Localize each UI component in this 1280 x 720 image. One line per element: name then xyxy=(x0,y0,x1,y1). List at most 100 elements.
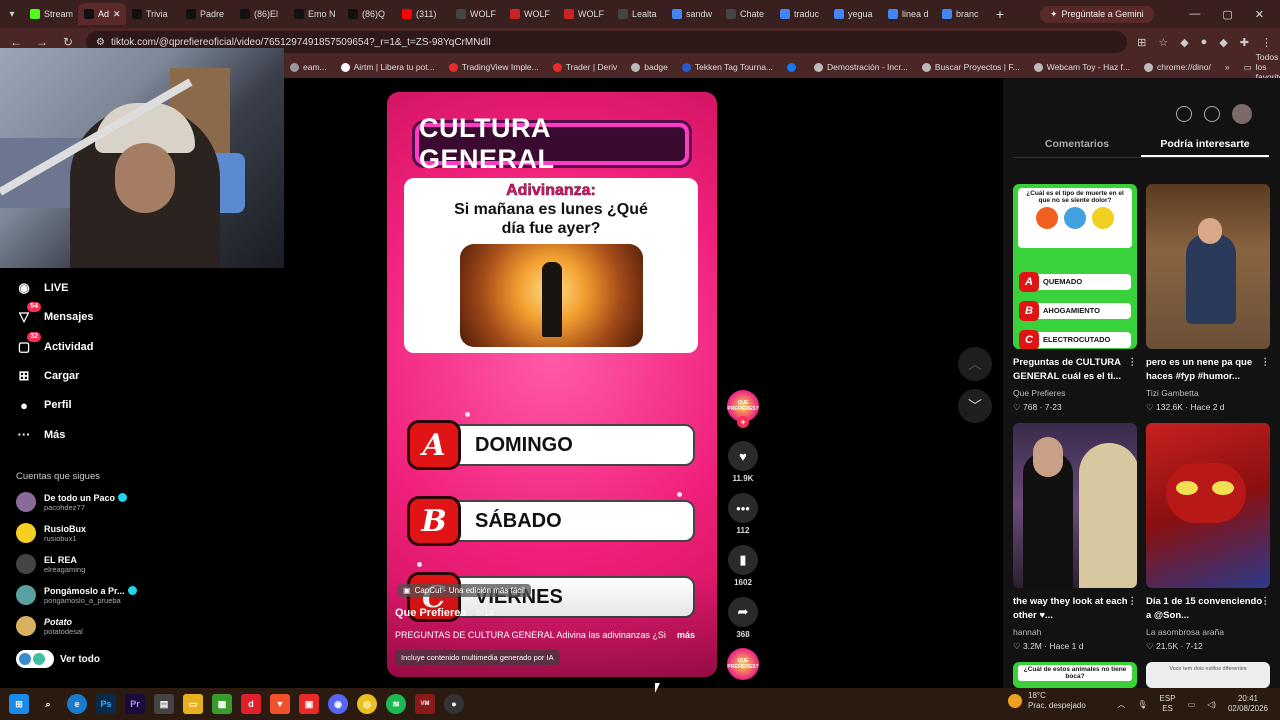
video-player[interactable]: CULTURA GENERAL Adivinanza: Si mañana es… xyxy=(387,92,717,677)
obs-icon[interactable]: ● xyxy=(444,694,464,714)
browser-tab[interactable]: WOLF xyxy=(558,3,612,25)
photoshop-icon[interactable]: Ps xyxy=(96,694,116,714)
browser-tab[interactable]: linea d xyxy=(882,3,936,25)
browser-tab[interactable]: Trivia xyxy=(126,3,180,25)
browser-tab[interactable]: yegua xyxy=(828,3,882,25)
deriv-icon[interactable]: d xyxy=(241,694,261,714)
voicemeeter-icon[interactable]: VM xyxy=(415,694,435,714)
close-tab-icon[interactable]: ✕ xyxy=(113,9,121,20)
sidebar-item-actividad[interactable]: ▢ 32 Actividad xyxy=(16,331,94,355)
thumb-caption[interactable]: Preguntas de CULTURA GENERAL cuál es el … xyxy=(1013,356,1137,384)
volume-icon[interactable]: ◁) xyxy=(1207,700,1216,709)
chrome-icon[interactable]: ◎ xyxy=(357,694,377,714)
thumb-author[interactable]: Que Prefieres xyxy=(1013,388,1065,398)
bookmark-item[interactable]: Buscar Proyectos | F... xyxy=(921,62,1020,72)
followed-account[interactable]: EL REA elreagaming xyxy=(16,554,156,574)
bookmark-item[interactable]: Trader | Deriv xyxy=(552,62,617,72)
bookmark-icon[interactable]: ▮ xyxy=(728,545,758,575)
browser-tab[interactable]: (86)Q xyxy=(342,3,396,25)
share-icon[interactable]: ➦ xyxy=(728,597,758,627)
back-icon[interactable]: ← xyxy=(8,35,24,49)
next-video-button[interactable]: ﹀ xyxy=(958,389,992,423)
bookmark-star-icon[interactable]: ☆ xyxy=(1158,36,1168,49)
bookmark-item[interactable]: eam... xyxy=(290,62,327,72)
edge-icon[interactable]: e xyxy=(67,694,87,714)
new-tab-button[interactable]: + xyxy=(990,6,1010,22)
gemini-button[interactable]: ✦ Pregúntale a Gemini xyxy=(1040,5,1154,23)
browser-tab[interactable]: sandw xyxy=(666,3,720,25)
translate-icon[interactable]: ⊞ xyxy=(1137,36,1146,49)
video-thumbnail[interactable] xyxy=(1013,423,1137,588)
browser-tab[interactable]: WOLF xyxy=(504,3,558,25)
extension-icon[interactable]: ◆ xyxy=(1180,36,1188,49)
file-explorer-icon[interactable]: ▭ xyxy=(183,694,203,714)
spotify-icon[interactable]: ≋ xyxy=(386,694,406,714)
language-indicator[interactable]: ESP ES xyxy=(1160,694,1176,714)
bookmark-item[interactable]: Webcam Toy - Haz f... xyxy=(1033,62,1130,72)
bookmark-item[interactable]: badge xyxy=(631,62,668,72)
video-thumbnail[interactable]: ¿Cuál de estos animales no tiene boca? xyxy=(1013,662,1137,688)
sidebar-item-perfil[interactable]: ● Perfil xyxy=(16,397,71,413)
followed-account[interactable]: RusioBux rusiobux1 xyxy=(16,523,156,543)
browser-tab[interactable]: (86)El xyxy=(234,3,288,25)
tray-overflow-icon[interactable]: ︿ xyxy=(1117,699,1125,710)
search-icon[interactable]: ⌕ xyxy=(38,694,58,714)
followed-account[interactable]: Pongámoslo a Pr... pongamoslo_a_prueba xyxy=(16,585,156,605)
browser-tab[interactable]: traduc xyxy=(774,3,828,25)
bookmark-item[interactable]: Demostración - Incr... xyxy=(814,62,908,72)
brave-icon[interactable]: ▼ xyxy=(270,694,290,714)
browser-tab[interactable]: Ad ✕ xyxy=(78,3,126,25)
kebab-icon[interactable]: ⋮ xyxy=(1261,595,1271,609)
thumb-author[interactable]: Tizi Gambetta xyxy=(1146,388,1199,398)
browser-tab[interactable]: Chate xyxy=(720,3,774,25)
followed-account[interactable]: Potato potatodesal xyxy=(16,616,156,636)
comment-icon[interactable]: ••• xyxy=(728,493,758,523)
clock[interactable]: 20:41 02/08/2026 xyxy=(1228,694,1268,714)
sidebar-item-live[interactable]: ◉ LIVE xyxy=(16,280,68,296)
sidebar-item-mensajes[interactable]: ▽ 54 Mensajes xyxy=(16,302,94,325)
thumb-author[interactable]: La asombrosa araña xyxy=(1146,627,1224,637)
site-info-icon[interactable]: ⚙ xyxy=(96,37,105,48)
browser-tab[interactable]: WOLF xyxy=(450,3,504,25)
premiere-icon[interactable]: Pr xyxy=(125,694,145,714)
thumb-caption[interactable]: pero es un nene pa que haces #fyp #humor… xyxy=(1146,356,1270,384)
photo-app-icon[interactable]: ▣ xyxy=(299,694,319,714)
tab-recommended[interactable]: Podría interesarte xyxy=(1141,132,1269,157)
kebab-icon[interactable]: ⋮ xyxy=(1261,356,1271,370)
kebab-icon[interactable]: ⋮ xyxy=(1128,595,1138,609)
video-thumbnail[interactable]: ¿Cuál es el tipo de muerte en el que no … xyxy=(1013,184,1137,349)
tab-search-icon[interactable]: ▾ xyxy=(0,9,24,20)
microphone-icon[interactable]: 🎙 xyxy=(1137,700,1147,709)
browser-tab[interactable]: branc xyxy=(936,3,990,25)
weather-widget[interactable]: 18°C Prac. despejado xyxy=(1008,691,1086,711)
discord-icon[interactable]: ◉ xyxy=(328,694,348,714)
see-all-button[interactable]: Ver todo xyxy=(16,650,100,668)
extension-icon[interactable]: ◆ xyxy=(1219,36,1227,49)
sidebar-item-más[interactable]: ··· Más xyxy=(16,427,66,443)
video-thumbnail[interactable]: Voce tem dois estilos diferentes xyxy=(1146,662,1270,688)
followed-account[interactable]: De todo un Paco pacohdez77 xyxy=(16,492,156,512)
bookmark-item[interactable]: TradingView Imple... xyxy=(448,62,539,72)
kebab-icon[interactable]: ⋮ xyxy=(1128,356,1138,370)
minecraft-icon[interactable]: ▦ xyxy=(212,694,232,714)
extension-icon[interactable]: ● xyxy=(1201,36,1208,49)
like-icon[interactable]: ♥ xyxy=(728,441,758,471)
windows-start-icon[interactable]: ⊞ xyxy=(9,694,29,714)
thumb-author[interactable]: hannah xyxy=(1013,627,1041,637)
minimize-icon[interactable]: — xyxy=(1189,8,1200,21)
capcut-label[interactable]: ▣ CapCut · Una edición más fácil xyxy=(397,584,531,597)
browser-tab[interactable]: (311) xyxy=(396,3,450,25)
bookmarks-overflow-icon[interactable]: » xyxy=(1225,62,1230,72)
bookmark-item[interactable]: Airtm | Libera tu pot... xyxy=(340,62,435,72)
device-icon[interactable] xyxy=(1204,106,1220,122)
network-icon[interactable]: ▭ xyxy=(1188,700,1196,709)
maximize-icon[interactable]: ▢ xyxy=(1222,8,1232,21)
video-thumbnail[interactable] xyxy=(1146,423,1270,588)
reload-icon[interactable]: ↻ xyxy=(60,35,76,49)
browser-tab[interactable]: Padre xyxy=(180,3,234,25)
creator-avatar[interactable]: QUE PREFIERES? + xyxy=(727,390,759,428)
extensions-puzzle-icon[interactable]: ✚ xyxy=(1240,36,1249,49)
bookmark-item[interactable]: Tekken Tag Tourna... xyxy=(681,62,773,72)
sidebar-item-cargar[interactable]: ⊞ Cargar xyxy=(16,368,80,384)
video-thumbnail[interactable] xyxy=(1146,184,1270,349)
